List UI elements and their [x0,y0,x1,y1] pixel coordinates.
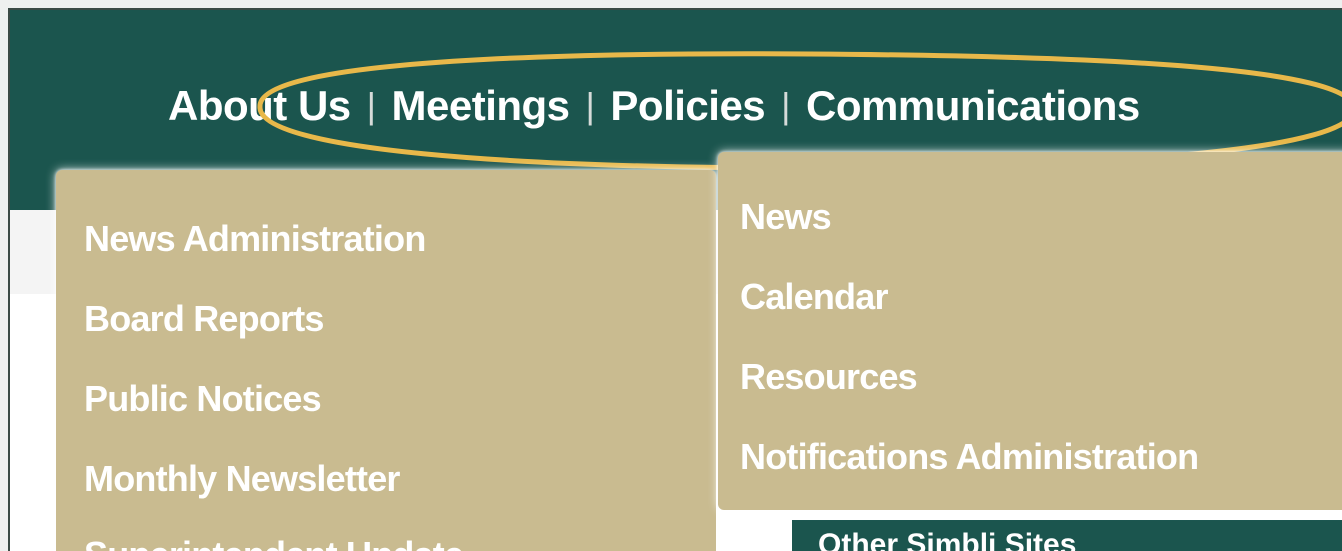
menu-item-monthly-newsletter[interactable]: Monthly Newsletter [84,458,400,500]
main-nav: About Us | Meetings | Policies | Communi… [168,82,1140,130]
menu-item-calendar[interactable]: Calendar [740,276,888,318]
page-frame: About Us | Meetings | Policies | Communi… [8,8,1342,551]
menu-item-resources[interactable]: Resources [740,356,918,398]
nav-separator: | [585,85,595,126]
nav-meetings[interactable]: Meetings [392,82,571,130]
nav-separator: | [366,85,376,126]
menu-item-superintendent-update[interactable]: Superintendent Update [84,534,464,551]
other-sites-link[interactable]: Other Simbli Sites [818,528,1076,551]
dropdown-menu-communications: News Calendar Resources Notifications Ad… [718,152,1342,510]
nav-policies[interactable]: Policies [610,82,765,130]
menu-item-notifications-administration[interactable]: Notifications Administration [740,436,1199,478]
dropdown-menu-left: News Administration Board Reports Public… [56,170,716,551]
menu-item-news-administration[interactable]: News Administration [84,218,426,260]
menu-item-board-reports[interactable]: Board Reports [84,298,324,340]
menu-item-news[interactable]: News [740,196,832,238]
menu-item-public-notices[interactable]: Public Notices [84,378,322,420]
nav-about-us[interactable]: About Us [168,82,351,130]
nav-separator: | [781,85,791,126]
nav-communications[interactable]: Communications [806,82,1140,130]
